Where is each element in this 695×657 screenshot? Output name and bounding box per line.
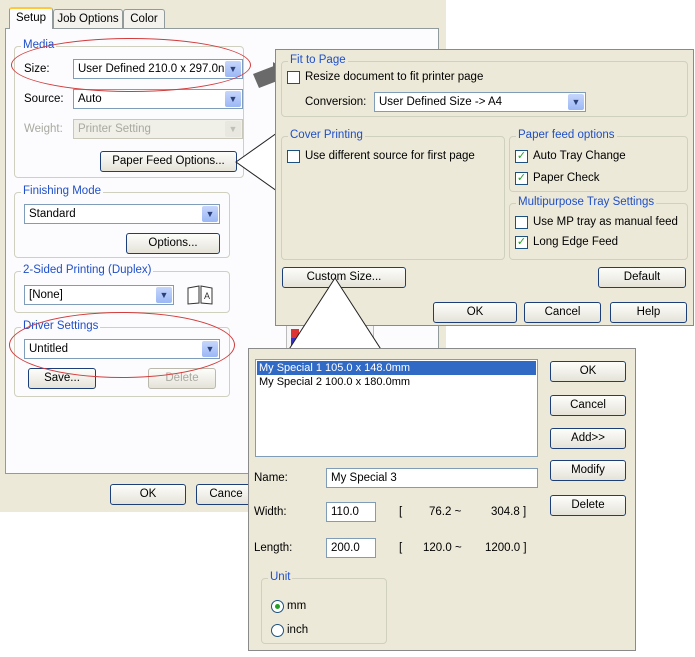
long-edge-feed-label: Long Edge Feed [533,236,619,248]
width-range-open: [ [399,506,403,518]
conversion-select[interactable]: User Defined Size -> A4 ▼ [374,92,586,112]
paper-feed-options-label: Paper feed options [516,129,617,141]
auto-tray-label: Auto Tray Change [533,150,626,162]
unit-mm-label: mm [287,600,307,612]
list-item[interactable]: My Special 2 100.0 x 180.0mm [257,375,536,389]
length-label: Length: [254,542,293,554]
long-edge-feed-checkbox[interactable]: ✓ [515,236,528,249]
callout-wedge-custom-size [285,277,385,355]
setup-ok-button[interactable]: OK [110,484,186,505]
multipurpose-tray-label: Multipurpose Tray Settings [516,196,657,208]
list-item[interactable]: My Special 1 105.0 x 148.0mm [257,361,536,375]
width-input[interactable]: 110.0 [326,502,376,522]
conversion-value: User Defined Size -> A4 [379,96,503,108]
driver-settings-highlight-oval [9,312,235,378]
custom-size-ok-button[interactable]: OK [550,361,626,382]
size-highlight-oval [11,38,251,92]
finishing-mode-label: Finishing Mode [21,185,103,197]
source-label: Source: [24,93,64,105]
cover-source-label: Use different source for first page [305,150,475,162]
tab-setup[interactable]: Setup [9,7,53,29]
unit-inch-radio[interactable] [271,624,284,637]
weight-select-value: Printer Setting [78,123,151,135]
weight-label: Weight: [24,123,63,135]
paper-feed-ok-button[interactable]: OK [433,302,517,323]
resize-label: Resize document to fit printer page [305,71,484,83]
length-range-open: [ [399,542,403,554]
length-input[interactable]: 200.0 [326,538,376,558]
name-label: Name: [254,472,288,484]
fit-to-page-label: Fit to Page [288,54,348,66]
width-range-max: 304.8 ] [491,506,527,518]
width-label: Width: [254,506,287,518]
tab-job-options[interactable]: Job Options [53,9,123,29]
duplex-select[interactable]: [None] ▼ [24,285,174,305]
mp-manual-feed-label: Use MP tray as manual feed [533,216,678,228]
paper-feed-help-button[interactable]: Help [610,302,687,323]
source-select[interactable]: Auto ▼ [73,89,243,109]
unit-inch-label: inch [287,624,309,636]
paper-feed-options-button[interactable]: Paper Feed Options... [100,151,237,172]
finishing-mode-select[interactable]: Standard ▼ [24,204,220,224]
tab-color[interactable]: Color [123,9,165,29]
weight-select: Printer Setting ▼ [73,119,243,139]
chevron-down-icon: ▼ [225,91,241,107]
name-input[interactable]: My Special 3 [326,468,538,488]
length-range-max: 1200.0 ] [485,542,527,554]
cover-printing-label: Cover Printing [288,129,365,141]
auto-tray-checkbox[interactable]: ✓ [515,150,528,163]
unit-label: Unit [268,571,293,583]
custom-size-cancel-button[interactable]: Cancel [550,395,626,416]
paper-feed-cancel-button[interactable]: Cancel [524,302,601,323]
modify-button[interactable]: Modify [550,460,626,481]
custom-size-delete-button[interactable]: Delete [550,495,626,516]
chevron-down-icon: ▼ [156,287,172,303]
conversion-label: Conversion: [305,96,367,108]
setup-cancel-button[interactable]: Cance [196,484,256,505]
duplex-label: 2-Sided Printing (Duplex) [21,264,154,276]
width-range-min: 76.2 ~ [429,506,462,518]
chevron-down-icon: ▼ [568,94,584,110]
unit-mm-radio[interactable] [271,600,284,613]
booklet-icon[interactable]: A [186,285,214,305]
paper-check-label: Paper Check [533,172,600,184]
mp-manual-feed-checkbox[interactable] [515,216,528,229]
finishing-mode-value: Standard [29,208,76,220]
length-range-min: 120.0 ~ [423,542,462,554]
custom-size-dialog: My Special 1 105.0 x 148.0mm My Special … [248,348,636,651]
resize-checkbox[interactable] [287,71,300,84]
custom-size-list[interactable]: My Special 1 105.0 x 148.0mm My Special … [255,359,538,457]
paper-check-checkbox[interactable]: ✓ [515,172,528,185]
multipurpose-tray-group: Multipurpose Tray Settings [509,196,688,260]
default-button[interactable]: Default [598,267,686,288]
source-select-value: Auto [78,93,102,105]
chevron-down-icon: ▼ [202,206,218,222]
svg-text:A: A [204,291,210,301]
finishing-options-button[interactable]: Options... [126,233,220,254]
cover-source-checkbox[interactable] [287,150,300,163]
duplex-select-value: [None] [29,289,63,301]
add-button[interactable]: Add>> [550,428,626,449]
